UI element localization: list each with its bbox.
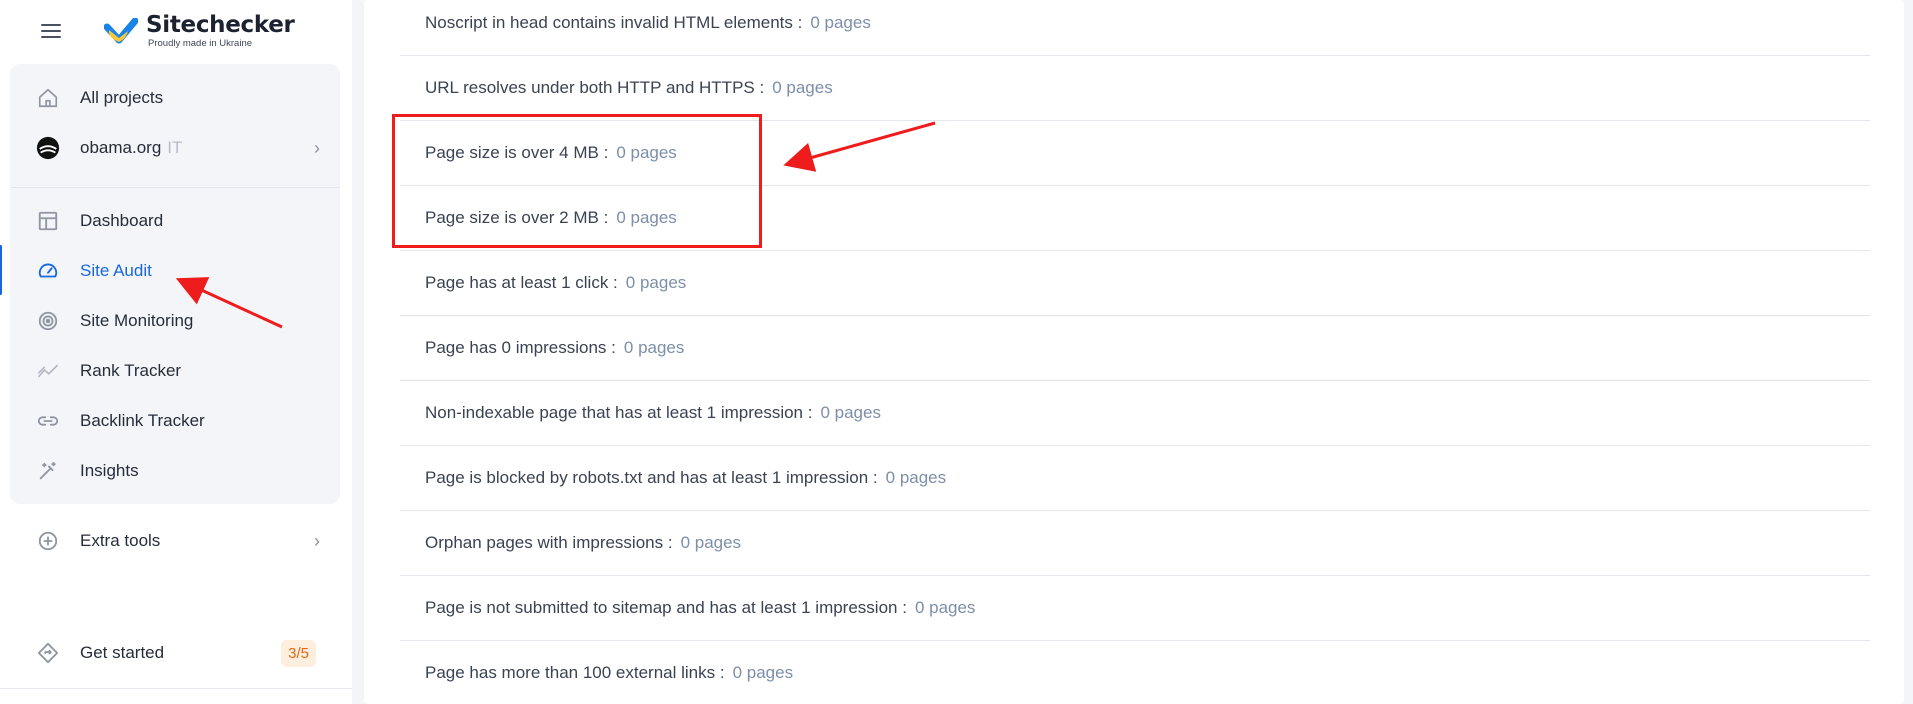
nav-extra-tools[interactable]: Extra tools ›	[10, 518, 340, 564]
nav-dashboard-label: Dashboard	[80, 211, 164, 230]
issue-label: Non-indexable page that has at least 1 i…	[425, 403, 813, 422]
speedometer-icon	[36, 259, 60, 283]
issue-count-link[interactable]: 0 pages	[624, 338, 685, 358]
issue-label: Page has at least 1 click :	[425, 273, 618, 292]
nav-all-projects-label: All projects	[80, 88, 164, 107]
link-icon	[36, 409, 60, 433]
sidebar: Sitechecker Proudly made in Ukraine All …	[0, 0, 352, 704]
nav-rank-tracker-label: Rank Tracker	[80, 361, 182, 380]
issue-label: Page has 0 impressions :	[425, 338, 616, 357]
issues-panel: Noscript in head contains invalid HTML e…	[364, 0, 1904, 704]
trend-icon	[36, 359, 60, 383]
issue-count-link[interactable]: 0 pages	[681, 533, 742, 553]
issue-row[interactable]: Page size is over 2 MB : 0 pages	[400, 186, 1870, 251]
project-name: obama.org	[80, 138, 162, 157]
issue-label: Noscript in head contains invalid HTML e…	[425, 13, 803, 32]
progress-badge: 3/5	[281, 639, 316, 667]
issue-label: Page size is over 2 MB :	[425, 208, 609, 227]
nav-insights[interactable]: Insights	[10, 448, 340, 494]
issue-count-link[interactable]: 0 pages	[616, 143, 677, 163]
menu-icon[interactable]	[41, 24, 61, 38]
nav-get-started-label: Get started	[80, 643, 165, 662]
issue-label: URL resolves under both HTTP and HTTPS :	[425, 78, 765, 97]
issue-count-link[interactable]: 0 pages	[616, 208, 677, 228]
logo[interactable]: Sitechecker Proudly made in Ukraine	[104, 13, 295, 49]
nav-divider	[10, 187, 340, 188]
nav-site-audit-label: Site Audit	[80, 261, 152, 280]
issue-count-link[interactable]: 0 pages	[820, 403, 881, 423]
heart-checkmark-logo-icon	[104, 18, 138, 44]
issue-count-link[interactable]: 0 pages	[886, 468, 947, 488]
project-tag: IT	[167, 138, 183, 157]
issue-row[interactable]: Orphan pages with impressions : 0 pages	[400, 511, 1870, 576]
sidebar-header: Sitechecker Proudly made in Ukraine	[0, 0, 352, 62]
radar-icon	[36, 309, 60, 333]
nav-site-monitoring-label: Site Monitoring	[80, 311, 194, 330]
nav-site-audit[interactable]: Site Audit	[10, 248, 340, 294]
nav-insights-label: Insights	[80, 461, 139, 480]
magic-wand-icon	[36, 459, 60, 483]
issue-row[interactable]: Page size is over 4 MB : 0 pages	[400, 121, 1870, 186]
project-favicon-icon	[36, 136, 60, 160]
issue-row[interactable]: Page has 0 impressions : 0 pages	[400, 316, 1870, 381]
issue-row[interactable]: Page has more than 100 external links : …	[400, 641, 1870, 704]
issue-row[interactable]: URL resolves under both HTTP and HTTPS :…	[400, 56, 1870, 121]
home-icon	[36, 86, 60, 110]
app-name: Sitechecker	[146, 12, 295, 38]
dashboard-icon	[36, 209, 60, 233]
nav-backlink-tracker-label: Backlink Tracker	[80, 411, 205, 430]
issue-row[interactable]: Non-indexable page that has at least 1 i…	[400, 381, 1870, 446]
nav-rank-tracker[interactable]: Rank Tracker	[10, 348, 340, 394]
issue-count-link[interactable]: 0 pages	[915, 598, 976, 618]
nav-card: All projects obama.org IT › Dashboard Sit…	[10, 64, 340, 504]
nav-project[interactable]: obama.org IT ›	[10, 125, 340, 171]
issue-row[interactable]: Page has at least 1 click : 0 pages	[400, 251, 1870, 316]
nav-dashboard[interactable]: Dashboard	[10, 198, 340, 244]
issue-label: Page has more than 100 external links :	[425, 663, 725, 682]
nav-site-monitoring[interactable]: Site Monitoring	[10, 298, 340, 344]
issue-row[interactable]: Noscript in head contains invalid HTML e…	[400, 0, 1870, 56]
issue-count-link[interactable]: 0 pages	[772, 78, 833, 98]
issue-count-link[interactable]: 0 pages	[810, 13, 871, 33]
issue-label: Page size is over 4 MB :	[425, 143, 609, 162]
app-tagline: Proudly made in Ukraine	[148, 38, 253, 49]
issue-row[interactable]: Page is not submitted to sitemap and has…	[400, 576, 1870, 641]
chevron-right-icon: ›	[314, 137, 320, 158]
issue-count-link[interactable]: 0 pages	[626, 273, 687, 293]
active-indicator	[0, 245, 2, 295]
issue-label: Page is blocked by robots.txt and has at…	[425, 468, 878, 487]
nav-get-started[interactable]: Get started 3/5	[10, 630, 340, 676]
issue-count-link[interactable]: 0 pages	[733, 663, 794, 683]
nav-extra-tools-label: Extra tools	[80, 531, 161, 550]
plus-circle-icon	[36, 529, 60, 553]
nav-backlink-tracker[interactable]: Backlink Tracker	[10, 398, 340, 444]
issue-row[interactable]: Page is blocked by robots.txt and has at…	[400, 446, 1870, 511]
project-label: obama.org IT	[80, 138, 182, 158]
issue-label: Page is not submitted to sitemap and has…	[425, 598, 907, 617]
chevron-right-icon: ›	[314, 530, 320, 551]
issue-label: Orphan pages with impressions :	[425, 533, 673, 552]
nav-all-projects[interactable]: All projects	[10, 75, 340, 121]
sidebar-footer-divider	[0, 688, 352, 689]
compass-icon	[36, 641, 60, 665]
